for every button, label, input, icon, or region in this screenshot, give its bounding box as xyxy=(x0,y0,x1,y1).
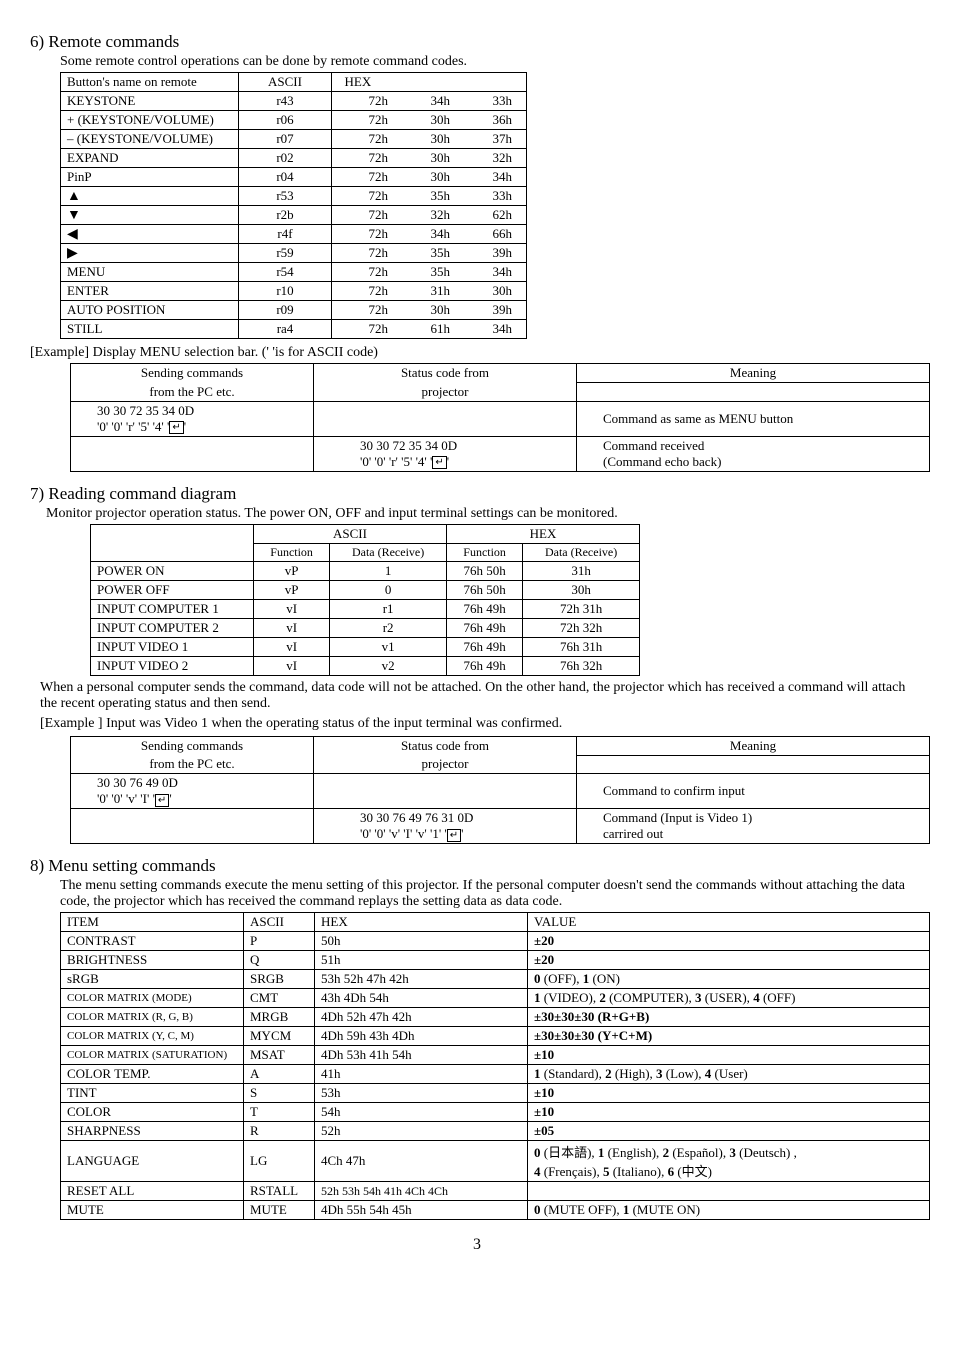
section7-example-label: [Example ] Input was Video 1 when the op… xyxy=(40,716,914,732)
section7-title: 7) Reading command diagram xyxy=(30,484,924,504)
menu-setting-table: ITEMASCIIHEXVALUECONTRASTP50h±20BRIGHTNE… xyxy=(60,912,930,1220)
page-number: 3 xyxy=(30,1236,924,1254)
remote-commands-table: Button's name on remoteASCII HEXKEYSTONE… xyxy=(60,72,527,339)
reading-command-table: ASCIIHEXFunctionData (Receive)FunctionDa… xyxy=(90,524,640,676)
section8-title: 8) Menu setting commands xyxy=(30,856,924,876)
example6-table: Sending commandsStatus code fromMeaningf… xyxy=(70,363,930,472)
example7-table: Sending commandsStatus code fromMeaningf… xyxy=(70,736,930,845)
section6-title: 6) Remote commands xyxy=(30,32,924,52)
section7-intro: Monitor projector operation status. The … xyxy=(46,506,924,522)
example-label: [Example] Display MENU selection bar. ('… xyxy=(30,345,924,361)
section8-intro: The menu setting commands execute the me… xyxy=(60,878,924,910)
section7-note: When a personal computer sends the comma… xyxy=(40,680,914,712)
section6-intro: Some remote control operations can be do… xyxy=(60,54,924,70)
